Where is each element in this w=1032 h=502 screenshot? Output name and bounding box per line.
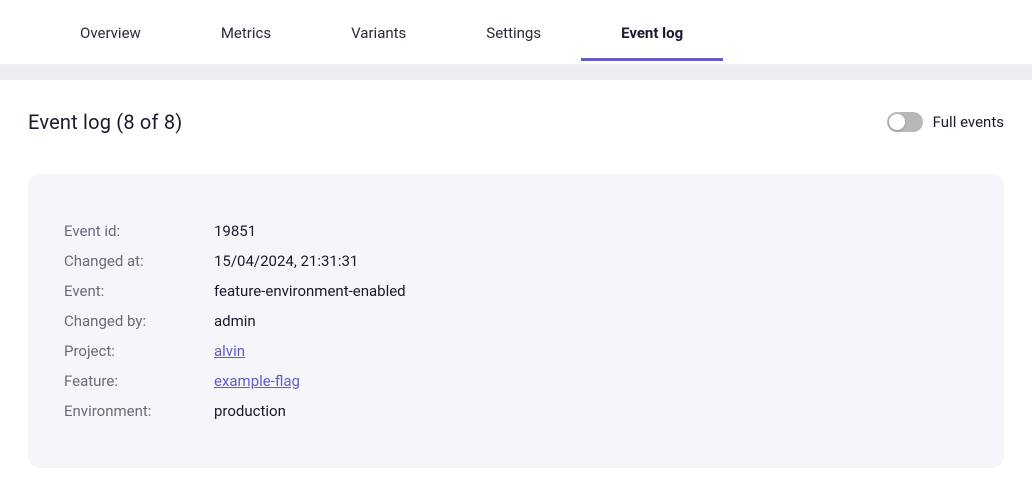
- field-value-event: feature-environment-enabled: [214, 282, 406, 300]
- tab-metrics[interactable]: Metrics: [181, 4, 311, 60]
- toggle-knob: [889, 114, 905, 130]
- field-label-event: Event:: [64, 282, 214, 300]
- field-label-environment: Environment:: [64, 402, 214, 420]
- field-label-project: Project:: [64, 342, 214, 360]
- field-environment: Environment: production: [64, 402, 968, 420]
- field-value-feature-link[interactable]: example-flag: [214, 372, 300, 390]
- field-label-changed-by: Changed by:: [64, 312, 214, 330]
- field-label-feature: Feature:: [64, 372, 214, 390]
- field-value-environment: production: [214, 402, 286, 420]
- tabs-bar: Overview Metrics Variants Settings Event…: [0, 0, 1032, 65]
- field-event-id: Event id: 19851: [64, 222, 968, 240]
- field-label-changed-at: Changed at:: [64, 252, 214, 270]
- field-changed-by: Changed by: admin: [64, 312, 968, 330]
- tab-overview[interactable]: Overview: [40, 4, 181, 60]
- full-events-toggle-label: Full events: [933, 113, 1004, 131]
- field-value-event-id: 19851: [214, 222, 256, 240]
- field-project: Project: alvin: [64, 342, 968, 360]
- page-title: Event log (8 of 8): [28, 110, 182, 134]
- field-event: Event: feature-environment-enabled: [64, 282, 968, 300]
- full-events-toggle-wrap: Full events: [887, 112, 1004, 132]
- full-events-toggle[interactable]: [887, 112, 923, 132]
- content-area: Event log (8 of 8) Full events Event id:…: [0, 80, 1032, 468]
- field-feature: Feature: example-flag: [64, 372, 968, 390]
- event-card: Event id: 19851 Changed at: 15/04/2024, …: [28, 174, 1004, 468]
- tab-variants[interactable]: Variants: [311, 4, 446, 60]
- tab-event-log[interactable]: Event log: [581, 4, 723, 60]
- field-value-project-link[interactable]: alvin: [214, 342, 245, 360]
- field-label-event-id: Event id:: [64, 222, 214, 240]
- field-value-changed-by: admin: [214, 312, 256, 330]
- divider-band: [0, 65, 1032, 80]
- tab-settings[interactable]: Settings: [446, 4, 581, 60]
- content-header: Event log (8 of 8) Full events: [28, 110, 1004, 134]
- field-changed-at: Changed at: 15/04/2024, 21:31:31: [64, 252, 968, 270]
- field-value-changed-at: 15/04/2024, 21:31:31: [214, 252, 358, 270]
